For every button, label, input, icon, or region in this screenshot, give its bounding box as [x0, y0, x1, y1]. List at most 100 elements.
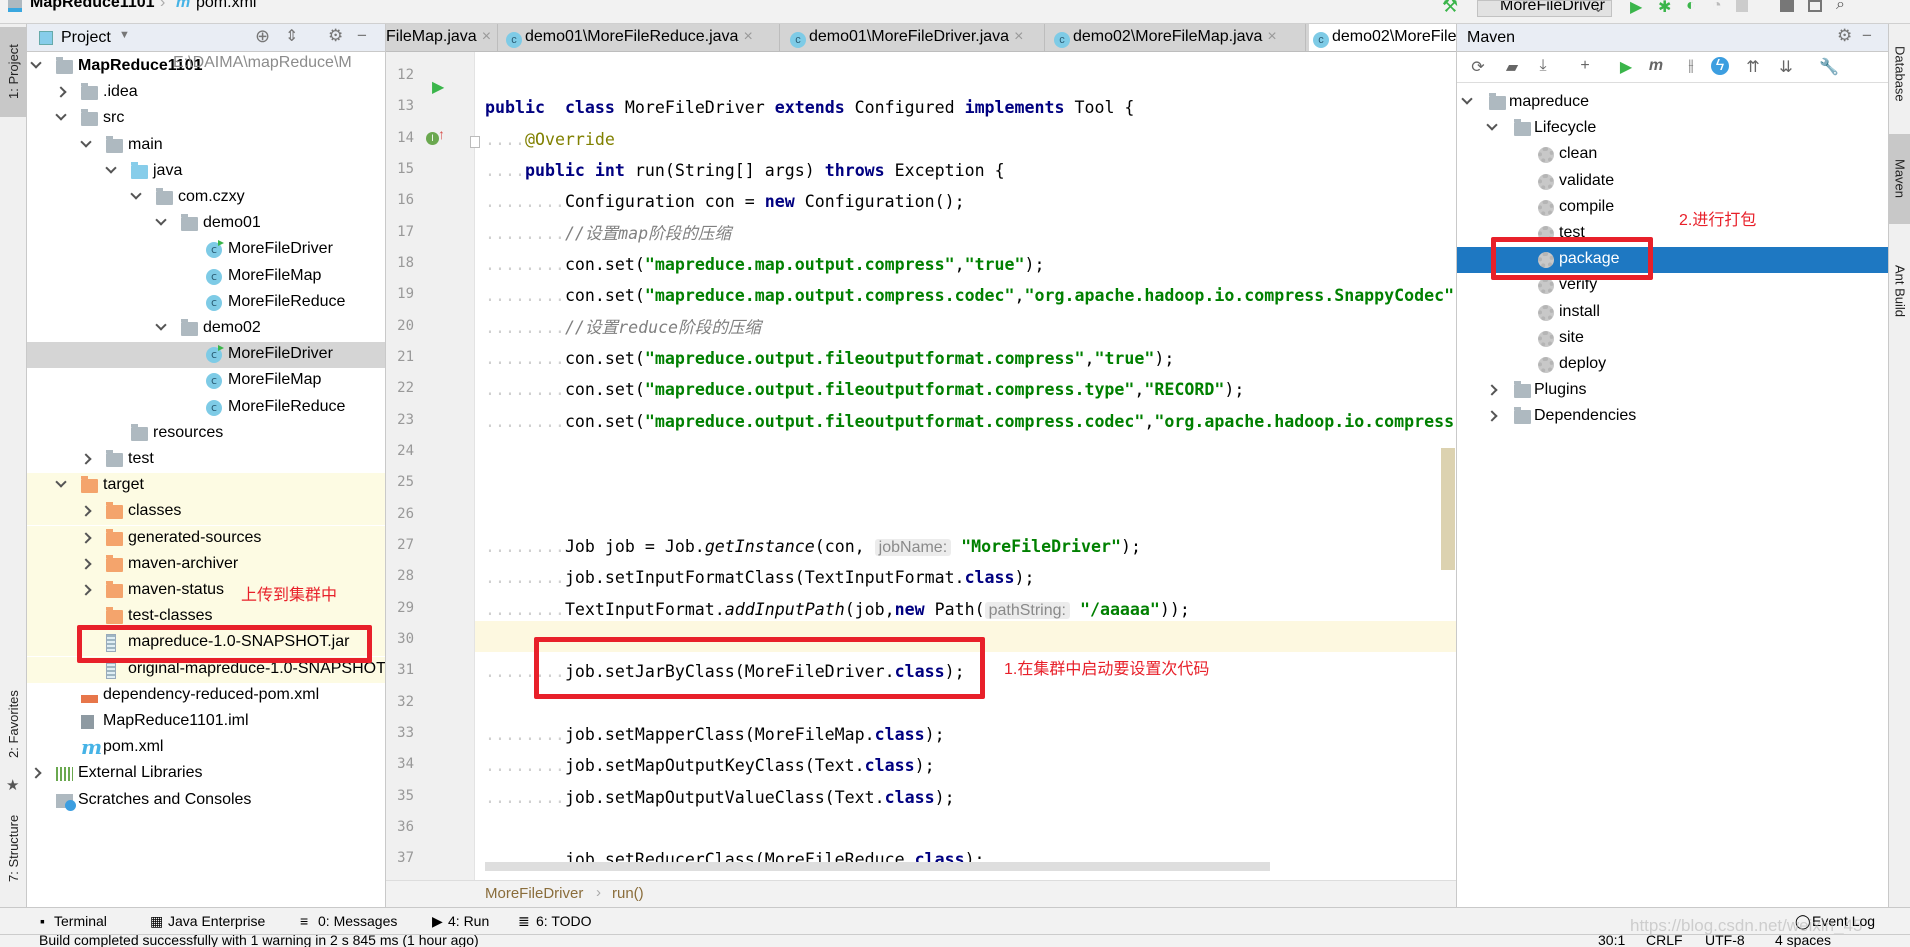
maven-tree-item[interactable]: mapreduce — [1457, 90, 1888, 116]
close-icon[interactable]: × — [743, 28, 752, 45]
tree-item[interactable]: c MoreFileDriver — [27, 342, 385, 369]
tool-window-ant-build-button[interactable]: Ant Build — [1889, 246, 1910, 336]
tree-item[interactable]: resources — [27, 421, 385, 447]
tree-item[interactable]: classes — [27, 499, 385, 526]
caret-position[interactable]: 30:1 — [1598, 935, 1625, 947]
code-line[interactable]: ....public int run(String[] args) throws… — [485, 155, 1005, 186]
expand-all-icon[interactable]: ⇈ — [1742, 57, 1764, 77]
tree-item[interactable]: c MoreFileReduce — [27, 395, 385, 421]
chevron-right-icon[interactable] — [80, 505, 92, 518]
maven-tree-item[interactable]: Plugins — [1457, 378, 1888, 404]
chevron-down-icon[interactable] — [55, 109, 67, 122]
chevron-down-icon[interactable] — [155, 214, 167, 226]
code-line[interactable]: ........con.set("mapreduce.output.fileou… — [485, 374, 1244, 405]
offline-icon[interactable]: ϟ — [1711, 57, 1729, 75]
code-line[interactable]: ........job.setInputFormatClass(TextInpu… — [485, 562, 1035, 593]
run-configuration-select[interactable]: MoreFileDriver ⌄ — [1477, 0, 1612, 17]
close-icon[interactable]: × — [1014, 28, 1023, 45]
tree-item[interactable]: Scratches and Consoles — [27, 788, 385, 814]
close-icon[interactable]: × — [482, 28, 491, 45]
download-icon[interactable]: ⤓ — [1532, 57, 1554, 75]
tool-window-project-button[interactable]: 1: Project — [0, 27, 27, 117]
collapse-all-icon[interactable]: ⇊ — [1775, 57, 1797, 77]
project-structure-icon[interactable] — [1780, 0, 1794, 12]
run-icon[interactable]: ▶ — [1615, 57, 1637, 77]
maven-tree-item[interactable]: deploy — [1457, 352, 1888, 378]
tool-window-database-button[interactable]: Database — [1889, 34, 1910, 114]
tree-item[interactable]: main — [27, 133, 385, 159]
tree-item[interactable]: c MoreFileDriver — [27, 237, 385, 263]
skip-tests-icon[interactable]: ⫲ — [1680, 57, 1702, 75]
chevron-right-icon[interactable] — [55, 86, 67, 98]
chevron-right-icon[interactable] — [30, 767, 42, 780]
override-arrow-icon[interactable]: ↑ — [438, 126, 445, 142]
chevron-right-icon[interactable] — [80, 453, 92, 465]
generate-sources-icon[interactable]: ▰ — [1501, 57, 1523, 77]
tree-item[interactable]: test — [27, 447, 385, 473]
tree-item[interactable]: c MoreFileMap — [27, 368, 385, 394]
breadcrumb-project[interactable]: MapReduce1101 — [30, 0, 155, 12]
tree-item[interactable]: .idea — [27, 80, 385, 106]
run-gutter-icon[interactable]: ▶ — [432, 77, 444, 97]
code-line[interactable]: ........con.set("mapreduce.output.fileou… — [485, 343, 1174, 374]
execute-goal-icon[interactable]: m — [1645, 57, 1667, 75]
tree-item[interactable]: c MoreFileReduce — [27, 290, 385, 316]
chevron-down-icon[interactable] — [130, 188, 142, 200]
editor-tab[interactable]: c demo01\MoreFileDriver.java × — [786, 24, 1045, 51]
tree-item[interactable]: generated-sources — [27, 525, 385, 552]
editor-tab[interactable]: c demo02\MoreFileMap.java × — [1050, 24, 1306, 51]
gear-icon[interactable]: ⚙ — [328, 26, 343, 46]
chevron-down-icon[interactable] — [55, 476, 67, 488]
stop-icon[interactable] — [1736, 0, 1748, 12]
tree-item[interactable]: demo02 — [27, 316, 385, 342]
code-line[interactable]: ........//设置map阶段的压缩 — [485, 218, 731, 249]
breadcrumb-class[interactable]: MoreFileDriver — [485, 885, 583, 902]
hide-minus-icon[interactable]: − — [357, 26, 367, 46]
tree-item[interactable]: target — [27, 473, 385, 500]
maven-tree-item[interactable]: Dependencies — [1457, 404, 1888, 430]
maven-tree-item[interactable]: compile — [1457, 195, 1888, 221]
code-line[interactable]: ........con.set("mapreduce.output.fileou… — [485, 406, 1454, 437]
close-icon[interactable]: × — [1267, 28, 1276, 45]
chevron-down-icon[interactable] — [80, 135, 92, 148]
code-line[interactable]: ........Configuration con = new Configur… — [485, 186, 965, 217]
fold-marker-icon[interactable] — [470, 136, 480, 148]
settings-wrench-icon[interactable]: 🔧 — [1818, 57, 1840, 77]
build-hammer-icon[interactable]: ⚒ — [1442, 0, 1458, 17]
run-icon[interactable]: ▶ — [1630, 0, 1642, 17]
chevron-down-icon[interactable] — [30, 57, 42, 69]
file-encoding[interactable]: UTF-8 — [1705, 935, 1745, 947]
tree-item[interactable]: java — [27, 159, 385, 185]
profile-icon[interactable]: ◔ — [1712, 0, 1722, 15]
breadcrumb-method[interactable]: run() — [612, 885, 644, 902]
tool-window-structure-button[interactable]: 7: Structure — [0, 798, 27, 898]
code-line[interactable]: ........//设置reduce阶段的压缩 — [485, 312, 761, 343]
hide-minus-icon[interactable]: − — [1862, 26, 1872, 46]
code-line[interactable]: ........TextInputFormat.addInputPath(job… — [485, 594, 1190, 625]
line-separator[interactable]: CRLF — [1646, 935, 1683, 947]
project-view-selector[interactable]: Project — [61, 29, 111, 47]
locate-crosshair-icon[interactable]: ⊕ — [255, 26, 270, 47]
tree-item[interactable]: dependency-reduced-pom.xml — [27, 683, 385, 709]
debug-icon[interactable]: ✱ — [1658, 0, 1671, 17]
tree-item[interactable]: m pom.xml — [27, 735, 385, 761]
editor-tab[interactable]: c demo01\MoreFileReduce.java × — [502, 24, 780, 51]
search-icon[interactable]: ⌕ — [1836, 0, 1845, 14]
refresh-icon[interactable]: ⟳ — [1467, 57, 1489, 77]
horizontal-scrollbar[interactable] — [485, 862, 1270, 871]
chevron-down-icon[interactable]: ▼ — [119, 29, 130, 41]
terminal-button[interactable]: Terminal — [54, 913, 107, 929]
maven-tree-item[interactable]: clean — [1457, 142, 1888, 168]
code-line[interactable]: ........job.setMapperClass(MoreFileMap.c… — [485, 719, 945, 750]
java-enterprise-button[interactable]: Java Enterprise — [168, 913, 265, 929]
code-line[interactable]: public class MoreFileDriver extends Conf… — [485, 92, 1134, 123]
run-tool-button[interactable]: 4: Run — [448, 913, 489, 929]
chevron-right-icon[interactable] — [80, 584, 92, 596]
status-message[interactable]: Build completed successfully with 1 warn… — [39, 935, 479, 947]
tree-item[interactable]: c MoreFileMap — [27, 264, 385, 290]
tool-window-maven-button[interactable]: Maven — [1889, 134, 1910, 224]
tool-window-favorites-button[interactable]: 2: Favorites — [0, 674, 27, 774]
coverage-icon[interactable]: ◐ — [1686, 0, 1696, 15]
collapse-all-icon[interactable]: ⇕ — [285, 26, 298, 46]
breadcrumb-file[interactable]: pom.xml — [196, 0, 256, 12]
